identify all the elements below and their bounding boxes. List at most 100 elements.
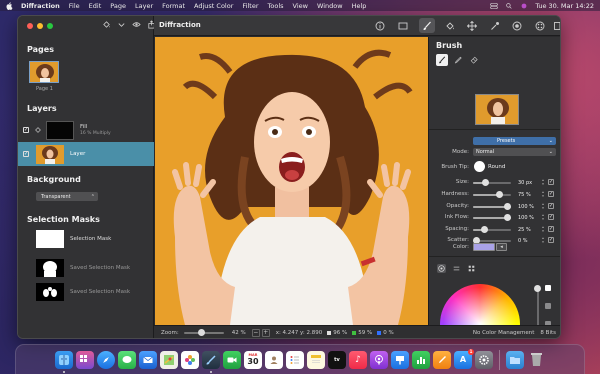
finder-icon[interactable]: [55, 350, 73, 373]
mask-row[interactable]: Saved Selection Mask: [36, 282, 146, 302]
search-icon[interactable]: [505, 2, 513, 9]
pressure-checkbox[interactable]: ✓: [548, 203, 554, 209]
downloads-folder-icon[interactable]: [506, 350, 524, 369]
calendar-icon[interactable]: MAR 30: [244, 350, 262, 369]
slider-handle[interactable]: [482, 179, 490, 186]
numbers-icon[interactable]: [412, 350, 430, 369]
fill-bucket-icon[interactable]: [445, 21, 455, 31]
contacts-icon[interactable]: [265, 350, 283, 369]
pressure-checkbox[interactable]: ✓: [548, 179, 554, 185]
mode-select[interactable]: Normal ⌄: [473, 148, 556, 156]
color-swatch[interactable]: [473, 243, 495, 251]
zoom-slider[interactable]: [183, 329, 224, 336]
pressure-checkbox[interactable]: ✓: [548, 214, 554, 220]
layer-row-layer[interactable]: ✓ Layer: [18, 142, 154, 166]
menu-view[interactable]: View: [293, 2, 308, 10]
property-value-field[interactable]: 30 px: [516, 179, 544, 186]
color-management-status[interactable]: No Color Management: [473, 330, 535, 336]
slider-handle[interactable]: [504, 203, 511, 210]
page-thumbnail[interactable]: [29, 61, 59, 83]
sidebar-toggle-icon[interactable]: [554, 21, 561, 31]
app-store-icon[interactable]: A 1: [454, 348, 474, 369]
paint-brush-tab[interactable]: [436, 54, 448, 66]
zoom-window-button[interactable]: [47, 23, 53, 29]
menu-page[interactable]: Page: [110, 2, 126, 10]
color-palette-icon[interactable]: [535, 21, 545, 31]
menu-layer[interactable]: Layer: [135, 2, 153, 10]
color-sliders-tab[interactable]: [452, 264, 461, 273]
brightness-slider[interactable]: [537, 287, 539, 329]
layer-row-fill[interactable]: ✓ Fill 16 % Multiply: [18, 118, 154, 142]
system-preferences-icon[interactable]: [475, 350, 493, 369]
slider-handle[interactable]: [496, 191, 504, 198]
white-swatch[interactable]: [545, 285, 551, 291]
property-slider[interactable]: [473, 237, 511, 244]
close-window-button[interactable]: [27, 23, 33, 29]
property-slider[interactable]: [473, 203, 511, 210]
value-stepper[interactable]: ▴ ▾: [541, 190, 545, 198]
menubar-clock[interactable]: Tue 30. Mar 14:22: [535, 2, 594, 10]
value-stepper[interactable]: ▴ ▾: [541, 202, 545, 210]
mail-icon[interactable]: [139, 350, 157, 369]
music-icon[interactable]: ♪: [349, 350, 367, 369]
slider-handle[interactable]: [504, 214, 511, 221]
rectangle-select-icon[interactable]: [398, 21, 408, 31]
pressure-checkbox[interactable]: ✓: [548, 191, 554, 197]
notes-icon[interactable]: [307, 350, 325, 369]
menu-file[interactable]: File: [69, 2, 80, 10]
menu-adjust-color[interactable]: Adjust Color: [194, 2, 233, 10]
menu-help[interactable]: Help: [352, 2, 367, 10]
background-select[interactable]: Transparent ⌃: [36, 192, 98, 201]
canvas[interactable]: [155, 37, 428, 325]
mask-row[interactable]: Saved Selection Mask: [36, 258, 146, 278]
pressure-checkbox[interactable]: ✓: [548, 237, 554, 243]
eraser-tab[interactable]: [468, 54, 480, 66]
pencil-tab[interactable]: [452, 54, 464, 66]
brightness-slider-handle[interactable]: [534, 285, 541, 292]
apple-tv-icon[interactable]: tv: [328, 350, 346, 369]
property-value-field[interactable]: 25 %: [516, 226, 544, 233]
pressure-checkbox[interactable]: ✓: [548, 226, 554, 232]
property-value-field[interactable]: 100 %: [516, 214, 544, 221]
trash-icon[interactable]: [527, 351, 545, 369]
apple-menu-icon[interactable]: [6, 1, 13, 10]
color-swap-button[interactable]: ◂: [496, 243, 507, 251]
mask-row[interactable]: Selection Mask: [36, 229, 146, 249]
messages-icon[interactable]: [118, 350, 136, 369]
slider-handle[interactable]: [480, 226, 488, 233]
menu-edit[interactable]: Edit: [89, 2, 102, 10]
siri-icon[interactable]: [520, 3, 528, 9]
value-stepper[interactable]: ▴ ▾: [541, 236, 545, 244]
menu-filter[interactable]: Filter: [242, 2, 258, 10]
presets-select[interactable]: Presets ⌄: [473, 137, 556, 145]
property-slider[interactable]: [473, 214, 511, 221]
info-icon[interactable]: [375, 21, 385, 31]
property-value-field[interactable]: 75 %: [516, 191, 544, 198]
reminders-icon[interactable]: [286, 350, 304, 369]
keynote-icon[interactable]: [391, 350, 409, 369]
fill-bucket-icon[interactable]: [102, 20, 111, 29]
color-wheel-tab[interactable]: [437, 264, 446, 273]
brush-tip-preview[interactable]: [474, 161, 485, 172]
podcasts-icon[interactable]: [370, 350, 388, 369]
menu-window[interactable]: Window: [317, 2, 343, 10]
menu-app-name[interactable]: Diffraction: [21, 2, 60, 10]
color-grid-tab[interactable]: [467, 264, 476, 273]
zoom-out-button[interactable]: −: [251, 329, 260, 337]
value-stepper[interactable]: ▴ ▾: [541, 225, 545, 233]
gray-swatch[interactable]: [545, 303, 551, 309]
eye-icon[interactable]: [132, 20, 141, 29]
menu-tools[interactable]: Tools: [268, 2, 284, 10]
zoom-slider-handle[interactable]: [197, 329, 205, 336]
pages-icon[interactable]: [433, 350, 451, 369]
photos-icon[interactable]: [181, 350, 199, 369]
target-icon[interactable]: [512, 21, 522, 31]
magic-wand-icon[interactable]: [490, 21, 500, 31]
value-stepper[interactable]: ▴ ▾: [541, 213, 545, 221]
maps-icon[interactable]: [160, 350, 178, 369]
minimize-window-button[interactable]: [37, 23, 43, 29]
property-slider[interactable]: [473, 226, 511, 233]
chevron-down-icon[interactable]: [117, 20, 126, 29]
layer-visibility-checkbox[interactable]: ✓: [23, 127, 29, 133]
facetime-icon[interactable]: [223, 350, 241, 369]
